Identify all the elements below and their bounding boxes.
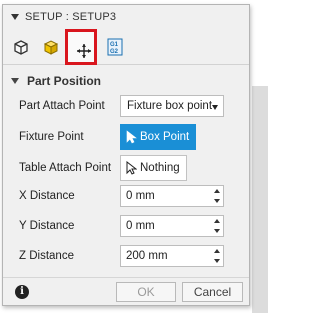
table-attach-point-value: Nothing <box>140 162 180 174</box>
x-distance-label: X Distance <box>19 190 75 202</box>
tab-post-process[interactable] <box>65 29 97 65</box>
tab-stock[interactable] <box>37 33 65 61</box>
collapse-icon[interactable] <box>11 14 19 20</box>
svg-text:G1: G1 <box>110 42 119 48</box>
dialog-footer: i OK Cancel <box>3 277 249 305</box>
move-arrows-icon <box>76 43 91 58</box>
ok-button[interactable]: OK <box>116 282 176 302</box>
row-y-distance: Y Distance 0 mm <box>3 213 249 239</box>
svg-text:G2: G2 <box>110 49 119 55</box>
table-attach-point-select-button[interactable]: Nothing <box>120 155 187 181</box>
y-distance-input[interactable]: 0 mm <box>120 215 224 237</box>
dialog-title: SETUP : SETUP3 <box>25 11 117 23</box>
fixture-point-label: Fixture Point <box>19 131 84 143</box>
spinner-down-icon[interactable] <box>214 259 220 263</box>
z-distance-label: Z Distance <box>19 250 74 262</box>
cancel-button[interactable]: Cancel <box>182 282 243 302</box>
part-attach-point-value: Fixture box point <box>127 100 213 112</box>
setup-dialog: SETUP : SETUP3 G1 G2 Part Position Part … <box>2 4 250 306</box>
y-distance-spinner[interactable] <box>212 217 222 235</box>
tab-setup[interactable] <box>7 33 35 61</box>
x-distance-input[interactable]: 0 mm <box>120 185 224 207</box>
info-icon[interactable]: i <box>15 285 29 299</box>
spinner-down-icon[interactable] <box>214 199 220 203</box>
tab-bar: G1 G2 <box>3 29 249 65</box>
spinner-down-icon[interactable] <box>214 229 220 233</box>
section-collapse-icon[interactable] <box>11 78 19 84</box>
fixture-point-select-button[interactable]: Box Point <box>120 124 197 150</box>
stock-box-outline-icon <box>14 39 28 55</box>
row-x-distance: X Distance 0 mm <box>3 183 249 209</box>
x-distance-spinner[interactable] <box>212 187 222 205</box>
x-distance-value: 0 mm <box>126 190 155 202</box>
spinner-up-icon[interactable] <box>214 189 220 193</box>
part-attach-point-label: Part Attach Point <box>19 100 105 112</box>
z-distance-spinner[interactable] <box>212 247 222 265</box>
y-distance-value: 0 mm <box>126 220 155 232</box>
part-attach-point-dropdown[interactable]: Fixture box point <box>120 95 224 117</box>
fixture-point-value: Box Point <box>140 131 190 143</box>
z-distance-value: 200 mm <box>126 250 168 262</box>
y-distance-label: Y Distance <box>19 220 75 232</box>
section-title: Part Position <box>27 74 102 88</box>
background-area <box>252 0 268 313</box>
wcs-table-icon: G1 G2 <box>107 38 123 56</box>
stock-box-solid-icon <box>43 39 59 55</box>
row-table-attach-point: Table Attach Point Nothing <box>3 153 249 183</box>
tab-wcs[interactable]: G1 G2 <box>101 33 129 61</box>
spinner-up-icon[interactable] <box>214 219 220 223</box>
spinner-up-icon[interactable] <box>214 249 220 253</box>
row-part-attach-point: Part Attach Point Fixture box point <box>3 93 249 119</box>
table-attach-point-label: Table Attach Point <box>19 162 112 174</box>
section-part-position[interactable]: Part Position <box>3 69 249 93</box>
row-z-distance: Z Distance 200 mm <box>3 243 249 269</box>
cursor-arrow-icon <box>126 130 137 144</box>
cursor-arrow-icon <box>126 161 137 175</box>
dropdown-arrow-icon <box>212 105 218 110</box>
dialog-titlebar[interactable]: SETUP : SETUP3 <box>3 5 249 29</box>
row-fixture-point: Fixture Point Box Point <box>3 122 249 152</box>
background-band <box>252 86 268 313</box>
z-distance-input[interactable]: 200 mm <box>120 245 224 267</box>
